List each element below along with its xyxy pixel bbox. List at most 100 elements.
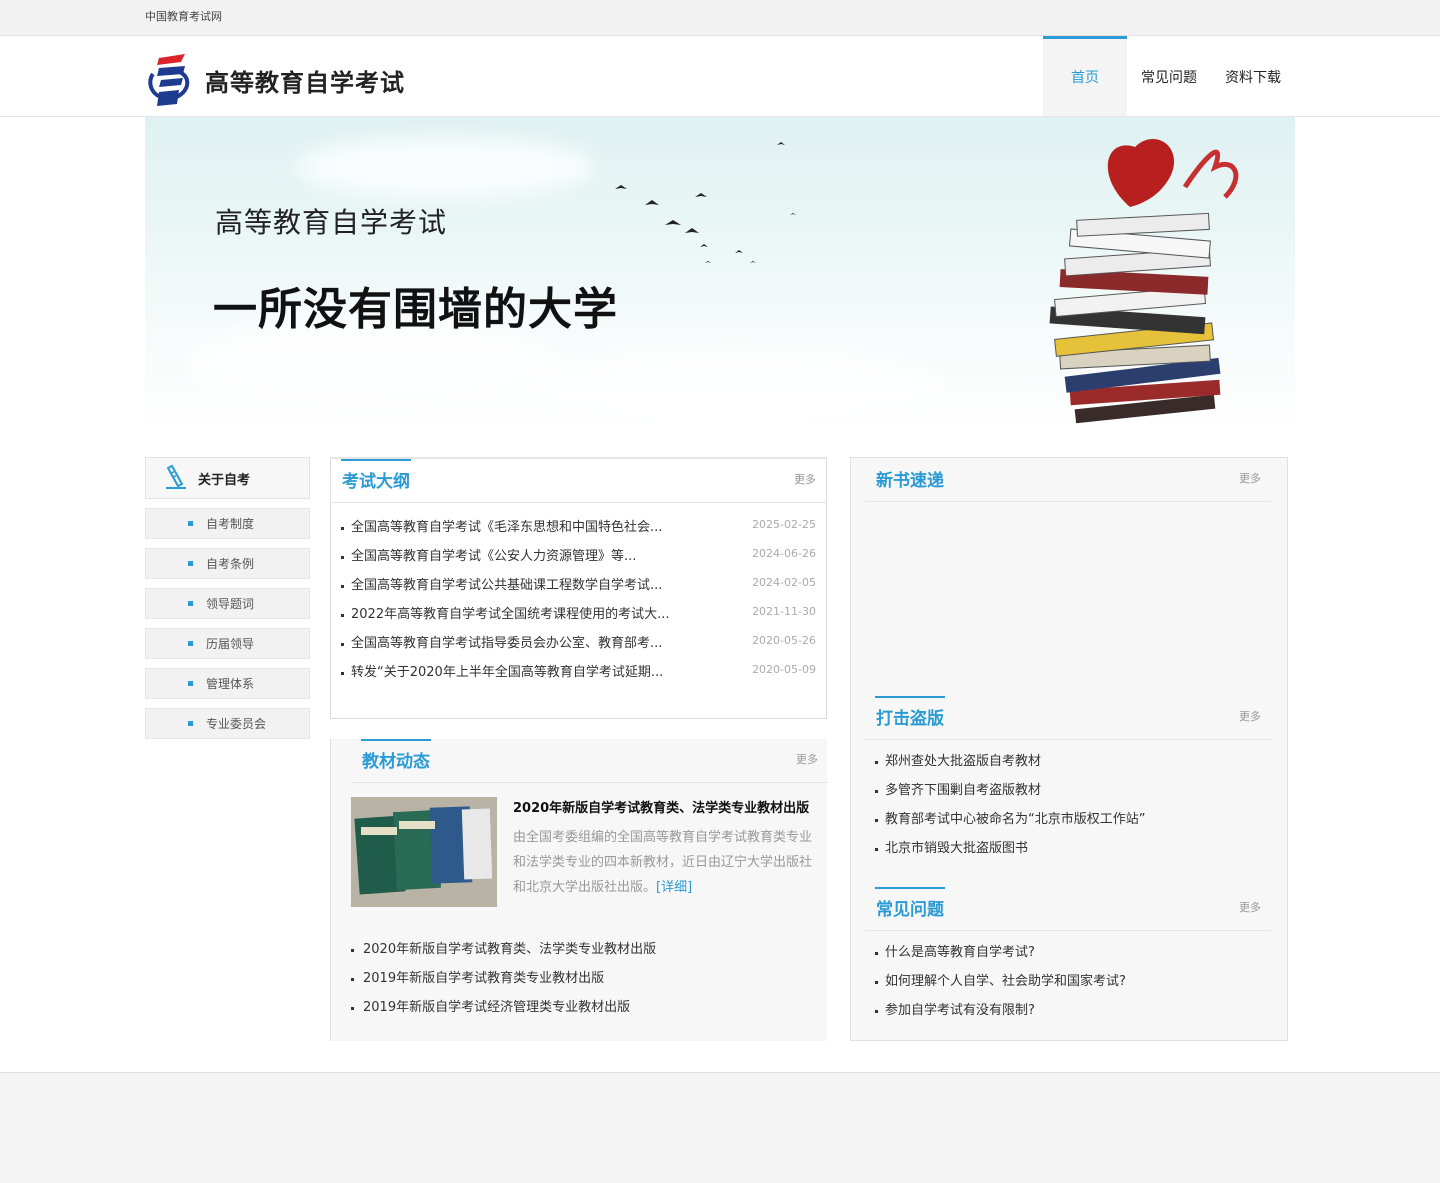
main-content: 关于自考 自考制度 自考条例 领导题词 历届领导 管理体系 专业委员会 考试大纲… bbox=[145, 432, 1295, 1052]
sidebar-item-label: 专业委员会 bbox=[206, 717, 267, 731]
anti-piracy-panel: 打击盗版 更多 郑州查处大批盗版自考教材 多管齐下围剿自考盗版教材 教育部考试中… bbox=[865, 696, 1271, 876]
bullet-icon bbox=[188, 641, 193, 646]
list-item-link[interactable]: 教育部考试中心被命名为“北京市版权工作站” bbox=[885, 812, 1145, 827]
panel-header: 考试大纲 更多 bbox=[331, 459, 826, 503]
list-item-link[interactable]: 全国高等教育自学考试指导委员会办公室、教育部考... bbox=[351, 636, 662, 651]
panel-title: 常见问题 bbox=[875, 887, 945, 931]
panel-title: 教材动态 bbox=[361, 739, 431, 783]
list-item-link[interactable]: 全国高等教育自学考试《毛泽东思想和中国特色社会... bbox=[351, 520, 662, 535]
sidebar-title: 关于自考 bbox=[198, 472, 251, 488]
panel-title: 新书速递 bbox=[876, 471, 944, 491]
list-item: 转发“关于2020年上半年全国高等教育自学考试延期... 2020-05-09 bbox=[331, 658, 826, 687]
list-item-date: 2024-06-26 bbox=[752, 547, 816, 560]
new-books-panel: 新书速递 更多 bbox=[865, 458, 1271, 688]
more-link[interactable]: 更多 bbox=[794, 471, 816, 487]
list-item: 2019年新版自学考试教育类专业教材出版 bbox=[331, 964, 827, 993]
nav-faq[interactable]: 常见问题 bbox=[1127, 36, 1211, 116]
bullet-icon bbox=[188, 521, 193, 526]
banner-subtitle: 高等教育自学考试 bbox=[215, 206, 448, 239]
sidebar-item-regulations[interactable]: 自考条例 bbox=[145, 548, 310, 579]
bullet-icon bbox=[188, 681, 193, 686]
sidebar-header: 关于自考 bbox=[145, 457, 310, 499]
ribbon-icon bbox=[1182, 149, 1239, 199]
list-item-link[interactable]: 全国高等教育自学考试《公安人力资源管理》等... bbox=[351, 549, 636, 564]
list-item: 全国高等教育自学考试公共基础课工程数学自学考试... 2024-02-05 bbox=[331, 571, 826, 600]
nav-downloads[interactable]: 资料下载 bbox=[1211, 36, 1295, 116]
logo[interactable]: 高等教育自学考试 bbox=[145, 52, 405, 108]
sidebar-item-management[interactable]: 管理体系 bbox=[145, 668, 310, 699]
list-item: 全国高等教育自学考试《毛泽东思想和中国特色社会... 2025-02-25 bbox=[331, 513, 826, 542]
featured-description: 由全国考委组编的全国高等教育自学考试教育类专业和法学类专业的四本新教材，近日由辽… bbox=[513, 825, 823, 900]
top-bar: 中国教育考试网 bbox=[0, 0, 1440, 36]
banner-slogan: 一所没有围墙的大学 bbox=[213, 284, 618, 335]
more-link[interactable]: 更多 bbox=[796, 751, 818, 767]
footer bbox=[0, 1072, 1440, 1183]
exam-logo-icon bbox=[148, 54, 190, 106]
pencil-icon bbox=[166, 464, 186, 489]
hero-banner: 高等教育自学考试 一所没有围墙的大学 bbox=[145, 117, 1295, 432]
sidebar: 关于自考 自考制度 自考条例 领导题词 历届领导 管理体系 专业委员会 bbox=[145, 457, 310, 739]
more-link[interactable]: 更多 bbox=[1239, 708, 1261, 724]
list-item: 什么是高等教育自学考试? bbox=[865, 938, 1271, 967]
list-item-link[interactable]: 2019年新版自学考试经济管理类专业教材出版 bbox=[363, 1000, 630, 1015]
sidebar-item-label: 历届领导 bbox=[206, 637, 255, 651]
sidebar-item-label: 领导题词 bbox=[206, 597, 255, 611]
list-item: 郑州查处大批盗版自考教材 bbox=[865, 747, 1271, 776]
bullet-icon bbox=[188, 561, 193, 566]
anti-piracy-list: 郑州查处大批盗版自考教材 多管齐下围剿自考盗版教材 教育部考试中心被命名为“北京… bbox=[865, 740, 1271, 863]
more-link[interactable]: 更多 bbox=[1239, 470, 1261, 486]
sidebar-item-label: 自考条例 bbox=[206, 557, 255, 571]
list-item: 全国高等教育自学考试《公安人力资源管理》等... 2024-06-26 bbox=[331, 542, 826, 571]
panel-header: 打击盗版 更多 bbox=[865, 696, 1271, 740]
sidebar-item-system[interactable]: 自考制度 bbox=[145, 508, 310, 539]
list-item-link[interactable]: 郑州查处大批盗版自考教材 bbox=[885, 754, 1041, 769]
detail-link[interactable]: [详细] bbox=[656, 880, 692, 895]
nav-home[interactable]: 首页 bbox=[1043, 36, 1127, 116]
list-item: 教育部考试中心被命名为“北京市版权工作站” bbox=[865, 805, 1271, 834]
birds-icon bbox=[615, 142, 796, 263]
list-item: 多管齐下围剿自考盗版教材 bbox=[865, 776, 1271, 805]
list-item: 2020年新版自学考试教育类、法学类专业教材出版 bbox=[331, 935, 827, 964]
sidebar-item-committee[interactable]: 专业委员会 bbox=[145, 708, 310, 739]
heart-icon bbox=[1107, 138, 1175, 207]
sidebar-item-inscriptions[interactable]: 领导题词 bbox=[145, 588, 310, 619]
panel-title: 考试大纲 bbox=[341, 459, 411, 503]
list-item-date: 2024-02-05 bbox=[752, 576, 816, 589]
panel-header: 常见问题 更多 bbox=[865, 887, 1271, 931]
faq-list: 什么是高等教育自学考试? 如何理解个人自学、社会助学和国家考试? 参加自学考试有… bbox=[865, 931, 1271, 1025]
list-item: 北京市销毁大批盗版图书 bbox=[865, 834, 1271, 863]
right-column: 新书速递 更多 打击盗版 更多 郑州查处大批盗版自考教材 多管齐下围剿自考盗版教… bbox=[850, 457, 1288, 1041]
list-item: 2022年高等教育自学考试全国统考课程使用的考试大... 2021-11-30 bbox=[331, 600, 826, 629]
list-item-link[interactable]: 如何理解个人自学、社会助学和国家考试? bbox=[885, 974, 1126, 989]
list-item-date: 2025-02-25 bbox=[752, 518, 816, 531]
panel-header: 教材动态 更多 bbox=[351, 739, 828, 783]
list-item-link[interactable]: 北京市销毁大批盗版图书 bbox=[885, 841, 1028, 856]
header: 高等教育自学考试 首页 常见问题 资料下载 bbox=[0, 36, 1440, 117]
list-item-link[interactable]: 2019年新版自学考试教育类专业教材出版 bbox=[363, 971, 604, 986]
list-item-link[interactable]: 2020年新版自学考试教育类、法学类专业教材出版 bbox=[363, 942, 656, 957]
featured-title[interactable]: 2020年新版自学考试教育类、法学类专业教材出版 bbox=[513, 797, 809, 816]
book-stack-icon bbox=[1049, 212, 1221, 424]
sidebar-item-past-leaders[interactable]: 历届领导 bbox=[145, 628, 310, 659]
list-item-link[interactable]: 全国高等教育自学考试公共基础课工程数学自学考试... bbox=[351, 578, 662, 593]
textbook-news-panel: 教材动态 更多 2020年新版自学考试教育类、法学类专业教材出版 由全国考委组编… bbox=[330, 739, 828, 1041]
syllabus-list: 全国高等教育自学考试《毛泽东思想和中国特色社会... 2025-02-25 全国高… bbox=[331, 503, 826, 687]
list-item-link[interactable]: 多管齐下围剿自考盗版教材 bbox=[885, 783, 1041, 798]
list-item: 2019年新版自学考试经济管理类专业教材出版 bbox=[331, 993, 827, 1022]
list-item-link[interactable]: 什么是高等教育自学考试? bbox=[885, 945, 1035, 960]
textbook-list: 2020年新版自学考试教育类、法学类专业教材出版 2019年新版自学考试教育类专… bbox=[331, 935, 827, 1022]
list-item: 参加自学考试有没有限制? bbox=[865, 996, 1271, 1025]
list-item-link[interactable]: 转发“关于2020年上半年全国高等教育自学考试延期... bbox=[351, 665, 663, 680]
list-item: 全国高等教育自学考试指导委员会办公室、教育部考... 2020-05-26 bbox=[331, 629, 826, 658]
list-item-link[interactable]: 参加自学考试有没有限制? bbox=[885, 1003, 1035, 1018]
site-title: 高等教育自学考试 bbox=[205, 68, 405, 97]
list-item-link[interactable]: 2022年高等教育自学考试全国统考课程使用的考试大... bbox=[351, 607, 669, 622]
textbook-photo[interactable] bbox=[351, 797, 497, 907]
more-link[interactable]: 更多 bbox=[1239, 899, 1261, 915]
list-item-date: 2021-11-30 bbox=[752, 605, 816, 618]
panel-title: 打击盗版 bbox=[875, 696, 945, 740]
faq-panel: 常见问题 更多 什么是高等教育自学考试? 如何理解个人自学、社会助学和国家考试?… bbox=[865, 887, 1271, 1037]
list-item-date: 2020-05-26 bbox=[752, 634, 816, 647]
panel-header: 新书速递 更多 bbox=[865, 458, 1271, 502]
site-name[interactable]: 中国教育考试网 bbox=[145, 0, 1295, 34]
